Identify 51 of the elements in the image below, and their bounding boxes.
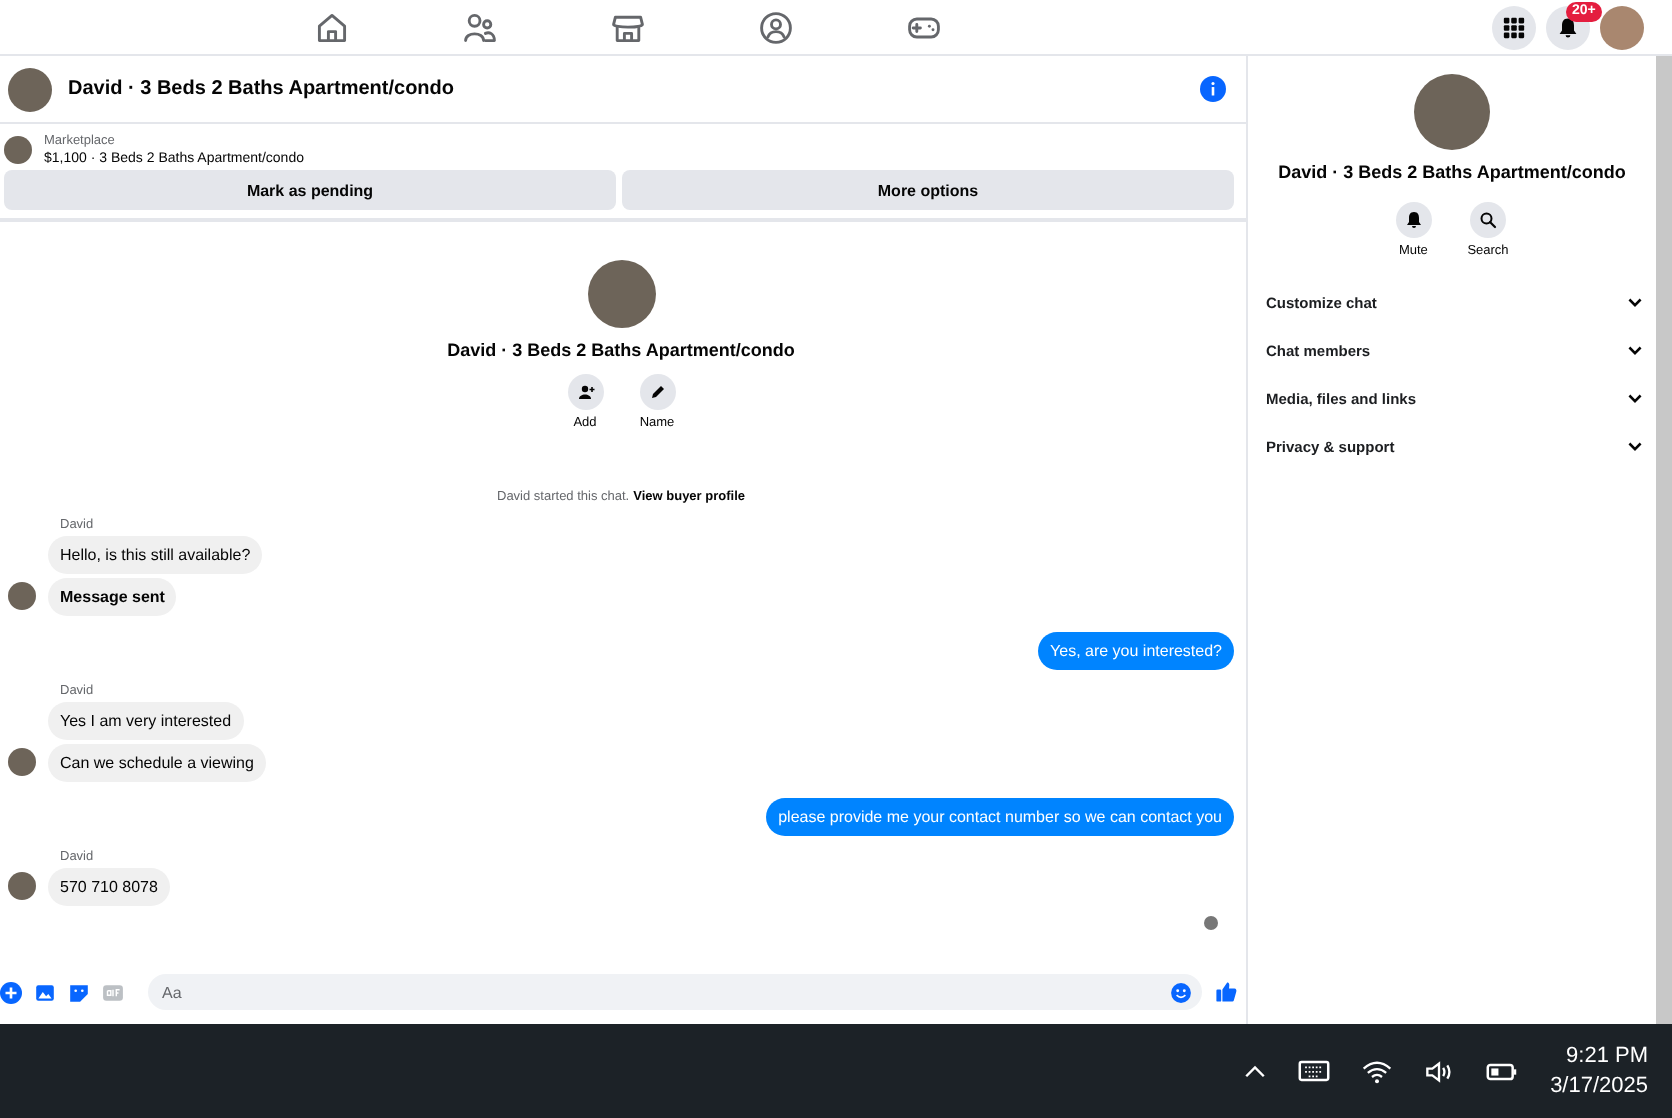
message-bubble: 570 710 8078: [48, 868, 170, 906]
scrollbar[interactable]: [1656, 56, 1672, 1024]
avatar: [8, 872, 36, 900]
menu-button[interactable]: [1492, 5, 1536, 49]
chat-title: David · 3 Beds 2 Baths Apartment/condo: [68, 78, 456, 100]
search-icon: [1477, 210, 1498, 230]
add-person-icon: [575, 382, 595, 402]
avatar: [8, 582, 36, 610]
avatar[interactable]: [1600, 5, 1644, 49]
battery-icon[interactable]: [1486, 1061, 1519, 1081]
sticker-icon[interactable]: [68, 981, 90, 1003]
people-icon[interactable]: [462, 9, 498, 45]
chevron-icon: [1628, 297, 1642, 307]
action-button[interactable]: More options: [622, 170, 1234, 210]
chat-title: David · 3 Beds 2 Baths Apartment/condo: [1278, 162, 1626, 182]
thumbs-up-icon[interactable]: [1214, 980, 1238, 1004]
message-bubble: Can we schedule a viewing: [48, 744, 266, 782]
bell-icon: [1556, 15, 1580, 39]
info-icon[interactable]: [1200, 76, 1226, 102]
chevron-icon: [1628, 345, 1642, 355]
keyboard-icon[interactable]: [1298, 1060, 1331, 1082]
speaker-icon[interactable]: [1424, 1059, 1455, 1083]
avatar: [8, 748, 36, 776]
home-icon[interactable]: [314, 9, 350, 45]
chevron-icon: [1628, 441, 1642, 451]
search-button[interactable]: [1469, 202, 1506, 238]
add-button[interactable]: [567, 374, 603, 410]
plus-icon[interactable]: [0, 981, 22, 1003]
grid-icon: [1502, 15, 1526, 39]
message-bubble: Hello, is this still available?: [48, 536, 263, 574]
image-icon[interactable]: [34, 981, 56, 1003]
avatar: [1414, 74, 1490, 150]
pencil-icon: [647, 382, 667, 402]
message-bubble: Message sent: [48, 578, 177, 616]
message-input[interactable]: Aa: [148, 974, 1202, 1010]
mute-button[interactable]: [1395, 202, 1432, 238]
message-bubble: please provide me your contact number so we can contact you: [766, 798, 1234, 836]
name-button[interactable]: [639, 374, 675, 410]
chevron-icon: [1628, 393, 1642, 403]
emoji-icon[interactable]: [1170, 981, 1192, 1003]
listing-thumbnail: [4, 136, 32, 164]
bell-icon: [1403, 210, 1424, 230]
clock[interactable]: 9:21 PM 3/17/2025: [1550, 1040, 1648, 1102]
avatar: [8, 67, 52, 111]
message-bubble: Yes, are you interested?: [1038, 632, 1234, 670]
caret-up-icon[interactable]: [1244, 1064, 1267, 1078]
avatar: [587, 260, 655, 328]
action-button[interactable]: Mark as pending: [4, 170, 616, 210]
wifi-icon[interactable]: [1362, 1059, 1393, 1083]
profile-title: David · 3 Beds 2 Baths Apartment/condo: [447, 340, 795, 360]
message-bubble: Yes I am very interested: [48, 702, 244, 740]
